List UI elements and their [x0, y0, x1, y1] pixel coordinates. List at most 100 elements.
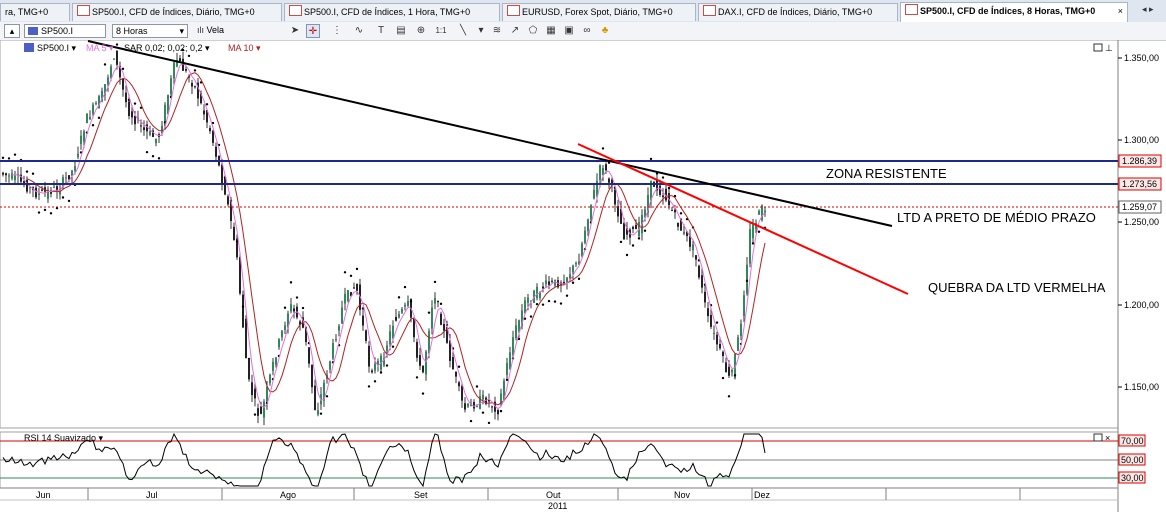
close-tab-icon[interactable]: × — [1118, 3, 1123, 20]
candle — [764, 210, 766, 213]
candle — [251, 382, 253, 396]
year-label: 2011 — [548, 501, 567, 511]
tab-0[interactable]: ra, TMG+0 — [0, 3, 70, 21]
close-rsi-icon[interactable]: × — [1105, 433, 1110, 443]
text-icon[interactable]: T — [374, 24, 388, 38]
chart-type-select[interactable]: ılı Vela — [194, 24, 264, 38]
crosshair-icon[interactable]: ✛ — [306, 24, 320, 38]
layout-icon[interactable]: ▦ — [544, 24, 558, 38]
timeframe-select[interactable]: 8 Horas ▾ — [112, 24, 188, 38]
maximize-rsi-icon[interactable] — [1093, 433, 1103, 442]
sar-dot — [349, 274, 353, 278]
candle — [242, 294, 244, 328]
candle — [185, 69, 187, 71]
tab-5[interactable]: SP500.I, CFD de Índices, 8 Horas, TMG+0 × — [900, 2, 1128, 22]
zoom-icon[interactable]: ⊕ — [414, 24, 428, 38]
candle — [605, 164, 607, 171]
price-level-label: 1.259,07 — [1122, 202, 1157, 212]
sar-dot — [103, 63, 107, 66]
sar-dot — [475, 385, 479, 388]
rsi-tick-label: 30,00 — [1121, 473, 1144, 483]
month-label: Dez — [754, 490, 771, 500]
maximize-pane-icon[interactable] — [1093, 43, 1103, 52]
annotation-zona-resistente: ZONA RESISTENTE — [826, 166, 947, 181]
candle — [68, 175, 70, 180]
sar-dot — [31, 172, 35, 175]
pointer-icon[interactable]: ➤ — [288, 24, 302, 38]
sar-dot — [745, 279, 749, 283]
sar-dot — [571, 281, 575, 284]
shapes-icon[interactable]: ⬠ — [526, 24, 540, 38]
sar-dot — [367, 385, 371, 388]
sar-dot — [373, 380, 377, 383]
candle — [272, 361, 274, 371]
chart-icon — [703, 5, 716, 16]
candle — [434, 298, 436, 304]
candle — [86, 113, 88, 124]
sar-dot — [541, 303, 545, 306]
candle — [395, 316, 397, 321]
indicator-icon[interactable]: ∿ — [352, 24, 366, 38]
legend-ma5[interactable]: MA 5 ▾ — [86, 43, 114, 53]
candle — [662, 195, 664, 197]
tab-2[interactable]: SP500.I, CFD de Índices, 1 Hora, TMG+0 — [284, 3, 500, 21]
rsi-legend[interactable]: RSI 14 Suavizado ▾ — [24, 433, 104, 443]
candle — [551, 280, 553, 282]
price-chart[interactable]: 1.350,00 1.300,00 1.250,00 1.200,00 1.15… — [0, 39, 1166, 512]
pane-settings-icon[interactable]: ⊥ — [1105, 43, 1113, 53]
candle — [497, 409, 499, 415]
candle — [368, 345, 370, 367]
candle — [524, 300, 526, 314]
candle — [674, 209, 676, 213]
sar-dot — [751, 242, 755, 245]
candle — [311, 364, 313, 388]
candle — [398, 314, 400, 318]
legend-symbol[interactable]: SP500.I ▾ — [37, 43, 77, 53]
candle — [743, 295, 745, 317]
template-icon[interactable]: ▣ — [562, 24, 576, 38]
tab-3[interactable]: EURUSD, Forex Spot, Diário, TMG+0 — [502, 3, 696, 21]
alert-icon[interactable]: ♣ — [598, 24, 612, 38]
legend-ma10[interactable]: MA 10 ▾ — [228, 43, 261, 53]
candle — [128, 101, 130, 117]
tab-1[interactable]: SP500.I, CFD de Índices, Diário, TMG+0 — [72, 3, 282, 21]
candle — [416, 341, 418, 358]
candle — [107, 77, 109, 85]
candle — [713, 332, 715, 334]
grid-icon[interactable]: ⋮ — [330, 24, 344, 38]
candle — [35, 187, 37, 198]
candle — [347, 290, 349, 301]
sar-dot — [757, 230, 761, 233]
sar-dot — [253, 413, 257, 416]
candle — [401, 308, 403, 313]
tab-label: EURUSD, Forex Spot, Diário, TMG+0 — [522, 7, 673, 17]
data-window-icon[interactable]: ▤ — [394, 24, 408, 38]
arrow-tool-icon[interactable]: ↗ — [508, 24, 522, 38]
collapse-button[interactable]: ▴ — [4, 24, 20, 38]
sar-dot — [535, 302, 539, 306]
trendline-icon[interactable]: ╲ — [456, 24, 470, 38]
legend-sar[interactable]: SAR 0,02; 0,02; 0,2 ▾ — [124, 43, 210, 53]
candle — [215, 146, 217, 157]
candle — [275, 357, 277, 365]
candle — [203, 110, 205, 115]
price-tick: 1.350,00 — [1118, 53, 1159, 63]
sar-dot — [553, 300, 557, 303]
candle — [512, 337, 514, 355]
tab-scroll-arrows-icon[interactable]: ◂ ▸ — [1142, 4, 1154, 15]
candle — [170, 78, 172, 95]
sar-dot — [457, 365, 461, 368]
tab-4[interactable]: DAX.I, CFD de Índices, Diário, TMG+0 — [698, 3, 898, 21]
sar-dot — [421, 392, 425, 395]
link-icon[interactable]: ∞ — [580, 24, 594, 38]
candle — [122, 78, 124, 90]
sar-dot — [505, 378, 509, 382]
sar-dot — [25, 170, 29, 173]
chart-area[interactable]: 1.350,00 1.300,00 1.250,00 1.200,00 1.15… — [0, 39, 1166, 512]
symbol-input[interactable]: SP500.I — [24, 24, 106, 38]
drawing-menu-icon[interactable]: ▾ — [474, 24, 488, 38]
annotation-ltd-preto: LTD A PRETO DE MÉDIO PRAZO — [897, 210, 1096, 225]
fibonacci-icon[interactable]: ≋ — [490, 24, 504, 38]
candle — [491, 406, 493, 408]
zoom-reset-icon[interactable]: 1:1 — [434, 24, 448, 38]
